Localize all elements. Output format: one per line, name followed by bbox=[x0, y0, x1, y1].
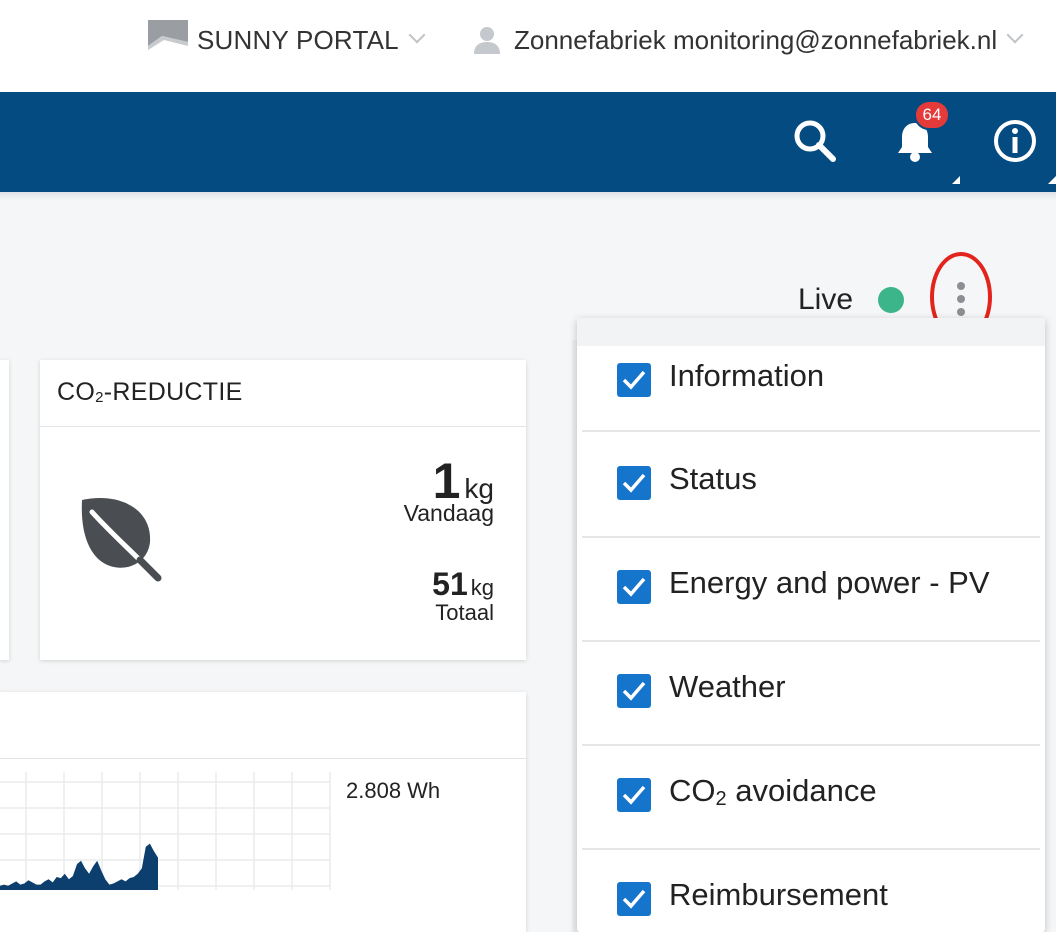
checkbox-checked-icon[interactable] bbox=[617, 363, 651, 397]
menu-list: Information Status Energy and power - PV… bbox=[582, 346, 1040, 932]
user-menu[interactable]: Zonnefabriek monitoring@zonnefabriek.nl bbox=[472, 20, 1024, 60]
energy-area-series bbox=[0, 843, 158, 890]
portal-label: SUNNY PORTAL bbox=[197, 24, 399, 55]
total-label: Totaal bbox=[435, 600, 494, 625]
checkbox-checked-icon[interactable] bbox=[617, 882, 651, 916]
card-divider bbox=[40, 426, 526, 427]
checkbox-checked-icon[interactable] bbox=[617, 570, 651, 604]
menu-item-label: Weather bbox=[669, 669, 786, 704]
menu-header bbox=[577, 318, 1045, 346]
menu-item-information[interactable]: Information bbox=[582, 346, 1040, 432]
total-value: 51 kg bbox=[432, 566, 494, 603]
info-icon bbox=[994, 120, 1036, 162]
menu-item-energy-and-power-pv[interactable]: Energy and power - PV bbox=[582, 536, 1040, 642]
menu-item-label: Energy and power - PV bbox=[669, 565, 990, 600]
user-label: Zonnefabriek monitoring@zonnefabriek.nl bbox=[514, 24, 998, 55]
live-label: Live bbox=[798, 283, 854, 316]
menu-item-co2-avoidance[interactable]: CO2 avoidance bbox=[582, 744, 1040, 850]
notification-count-badge: 64 bbox=[914, 100, 950, 130]
nav-dropdown-indicator bbox=[1048, 176, 1056, 184]
chart-max-label: 2.808 Wh bbox=[346, 778, 441, 803]
menu-item-label: Status bbox=[669, 461, 757, 496]
menu-item-label: Reimbursement bbox=[669, 877, 888, 912]
co2-reduction-card: CO2-REDUCTIE 1 kg Vandaag 51 kg Totaal bbox=[40, 360, 526, 660]
menu-item-label: CO2 avoidance bbox=[669, 773, 877, 810]
total-unit: kg bbox=[470, 575, 494, 600]
energy-area-chart bbox=[0, 772, 331, 890]
chevron-down-icon bbox=[1006, 26, 1024, 44]
co2-card-title: CO2-REDUCTIE bbox=[57, 378, 243, 406]
chevron-down-icon bbox=[408, 26, 426, 44]
user-icon bbox=[474, 27, 500, 54]
nav-dropdown-indicator bbox=[952, 176, 960, 184]
search-button[interactable] bbox=[790, 116, 840, 166]
menu-item-weather[interactable]: Weather bbox=[582, 640, 1040, 746]
live-status-dot bbox=[878, 287, 904, 313]
today-label: Vandaag bbox=[403, 500, 494, 526]
checkbox-checked-icon[interactable] bbox=[617, 674, 651, 708]
leaf-icon bbox=[81, 497, 162, 582]
widget-visibility-menu: Information Status Energy and power - PV… bbox=[577, 318, 1045, 932]
menu-item-label: Information bbox=[669, 358, 825, 393]
energy-chart-card: 2.808 Wh bbox=[0, 692, 526, 932]
nav-shadow bbox=[0, 192, 1056, 200]
widget-card-partial bbox=[0, 360, 9, 660]
checkbox-checked-icon[interactable] bbox=[617, 778, 651, 812]
info-button[interactable] bbox=[990, 116, 1040, 166]
portal-switcher[interactable]: SUNNY PORTAL bbox=[148, 20, 426, 60]
search-icon bbox=[794, 120, 836, 162]
sunny-portal-logo bbox=[148, 20, 188, 60]
top-bar: SUNNY PORTAL Zonnefabriek monitoring@zon… bbox=[0, 0, 1056, 92]
main-nav-bar bbox=[0, 92, 1056, 192]
checkbox-checked-icon[interactable] bbox=[617, 466, 651, 500]
menu-item-reimbursement[interactable]: Reimbursement bbox=[582, 848, 1040, 932]
menu-item-status[interactable]: Status bbox=[582, 432, 1040, 538]
total-number: 51 bbox=[432, 566, 468, 602]
